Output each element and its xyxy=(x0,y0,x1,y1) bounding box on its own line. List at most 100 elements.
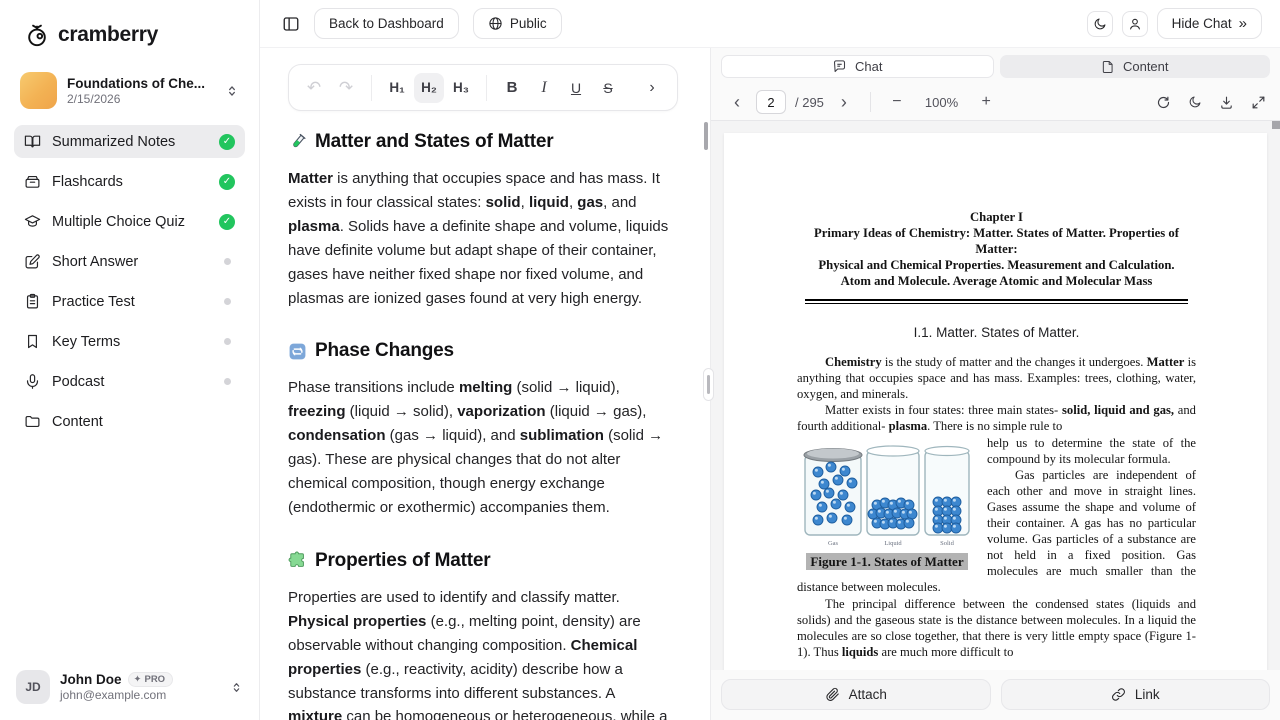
double-rule xyxy=(805,299,1188,304)
back-to-dashboard-label: Back to Dashboard xyxy=(329,16,444,31)
pencil-edit-icon xyxy=(24,253,41,270)
pdf-paragraph: Chemistry is the study of matter and the… xyxy=(797,354,1196,402)
pdf-viewport[interactable]: Chapter I Primary Ideas of Chemistry: Ma… xyxy=(711,120,1280,670)
redo-button[interactable]: ↷ xyxy=(331,73,361,103)
toolbar-divider xyxy=(371,75,372,101)
sidebar-item-practice-test[interactable]: Practice Test xyxy=(14,285,245,318)
course-title: Foundations of Che... xyxy=(67,76,215,91)
note-heading: Properties of Matter xyxy=(288,550,670,572)
pro-badge-label: PRO xyxy=(144,674,165,685)
heading1-button[interactable]: H₁ xyxy=(382,73,412,103)
pdf-dark-mode-icon[interactable] xyxy=(1188,95,1202,109)
link-label: Link xyxy=(1135,687,1160,702)
document-icon xyxy=(1101,60,1115,74)
app-root: cramberry Foundations of Che... 2/15/202… xyxy=(0,0,1280,720)
page-number-input[interactable] xyxy=(756,90,786,114)
content-viewer-panel: Chat Content ‹ / 295 › − xyxy=(710,48,1280,720)
sidebar-item-label: Short Answer xyxy=(52,254,213,270)
zoom-in-button[interactable]: + xyxy=(974,90,998,114)
folder-icon xyxy=(24,413,41,430)
tab-chat[interactable]: Chat xyxy=(721,55,994,78)
fullscreen-icon[interactable] xyxy=(1251,95,1266,110)
sidebar-item-label: Summarized Notes xyxy=(52,134,208,150)
editor-scrollbar[interactable] xyxy=(704,122,708,150)
sidebar-item-podcast[interactable]: Podcast xyxy=(14,365,245,398)
user-account[interactable]: JD John Doe ✦ PRO john@example.com xyxy=(0,654,259,720)
sidebar-item-multiple-choice-quiz[interactable]: Multiple Choice Quiz ✓ xyxy=(14,205,245,238)
sidebar-item-summarized-notes[interactable]: Summarized Notes ✓ xyxy=(14,125,245,158)
course-switcher[interactable]: Foundations of Che... 2/15/2026 xyxy=(16,70,243,111)
account-button[interactable] xyxy=(1122,11,1148,37)
pdf-chapter-line: Chapter I xyxy=(797,209,1196,225)
sparkle-icon: ✦ xyxy=(134,674,142,685)
app-name: cramberry xyxy=(58,23,158,47)
pending-dot-badge xyxy=(224,258,231,265)
undo-button[interactable]: ↶ xyxy=(299,73,329,103)
zoom-out-button[interactable]: − xyxy=(885,90,909,114)
italic-button[interactable]: I xyxy=(529,73,559,103)
chevron-updown-icon xyxy=(230,681,243,694)
bold-button[interactable]: B xyxy=(497,73,527,103)
notes-content[interactable]: Matter and States of Matter Matter is an… xyxy=(260,111,710,720)
dark-mode-button[interactable] xyxy=(1087,11,1113,37)
pro-badge: ✦ PRO xyxy=(128,672,174,687)
strikethrough-button[interactable]: S xyxy=(593,73,623,103)
link-icon xyxy=(1111,687,1126,702)
back-to-dashboard-button[interactable]: Back to Dashboard xyxy=(314,8,459,39)
sidebar-item-label: Multiple Choice Quiz xyxy=(52,214,208,230)
prev-page-button[interactable]: ‹ xyxy=(725,90,749,114)
pending-dot-badge xyxy=(224,298,231,305)
heading2-button[interactable]: H₂ xyxy=(414,73,444,103)
figure-label-gas: Gas xyxy=(828,540,839,547)
underline-button[interactable]: U xyxy=(561,73,591,103)
public-label: Public xyxy=(510,16,547,31)
sidebar-item-label: Flashcards xyxy=(52,174,208,190)
tab-content[interactable]: Content xyxy=(1000,55,1271,78)
toolbar-more-button[interactable]: › xyxy=(637,73,667,103)
sidebar-item-key-terms[interactable]: Key Terms xyxy=(14,325,245,358)
note-paragraph: Properties are used to identify and clas… xyxy=(288,586,670,720)
sidebar: cramberry Foundations of Che... 2/15/202… xyxy=(0,0,260,720)
cramberry-berry-icon xyxy=(24,22,50,48)
note-heading: Matter and States of Matter xyxy=(288,131,670,153)
sidebar-item-label: Key Terms xyxy=(52,334,213,350)
states-of-matter-figure: Gas Liquid Solid Figure 1-1. States of M… xyxy=(797,441,977,570)
moon-icon xyxy=(1093,17,1107,31)
link-button[interactable]: Link xyxy=(1001,679,1271,710)
user-avatar: JD xyxy=(16,670,50,704)
page-total-label: / 295 xyxy=(795,95,824,110)
editor-toolbar: ↶ ↷ H₁ H₂ H₃ B I U S › xyxy=(288,64,678,111)
pdf-scrollbar[interactable] xyxy=(1272,121,1280,129)
resize-grip-icon xyxy=(707,375,710,394)
sidebar-item-label: Content xyxy=(52,414,235,430)
note-heading-text: Properties of Matter xyxy=(315,550,490,572)
heading3-button[interactable]: H₃ xyxy=(446,73,476,103)
next-page-button[interactable]: › xyxy=(832,90,856,114)
pdf-controls: ‹ / 295 › − 100% + xyxy=(711,84,1280,120)
panel-resize-handle[interactable] xyxy=(703,368,714,401)
toolbar-divider xyxy=(486,75,487,101)
pdf-paragraph: Matter exists in four states: three main… xyxy=(797,402,1196,434)
sidebar-toggle-icon[interactable] xyxy=(282,15,300,33)
sidebar-nav: Summarized Notes ✓ Flashcards ✓ Multiple… xyxy=(0,125,259,438)
rotate-refresh-icon[interactable] xyxy=(1156,95,1171,110)
pending-dot-badge xyxy=(224,378,231,385)
sidebar-item-label: Practice Test xyxy=(52,294,213,310)
public-button[interactable]: Public xyxy=(473,8,562,39)
figure-label-liquid: Liquid xyxy=(884,540,902,547)
attach-button[interactable]: Attach xyxy=(721,679,991,710)
pdf-chapter-line: Primary Ideas of Chemistry: Matter. Stat… xyxy=(797,225,1196,257)
controls-divider xyxy=(870,92,871,112)
download-icon[interactable] xyxy=(1219,95,1234,110)
tab-content-label: Content xyxy=(1123,59,1169,74)
flashcards-box-icon xyxy=(24,173,41,190)
note-heading-text: Matter and States of Matter xyxy=(315,131,553,153)
sidebar-item-flashcards[interactable]: Flashcards ✓ xyxy=(14,165,245,198)
paperclip-icon xyxy=(825,687,840,702)
hide-chat-button[interactable]: Hide Chat » xyxy=(1157,8,1262,39)
user-name: John Doe xyxy=(60,672,122,687)
sidebar-item-content[interactable]: Content xyxy=(14,405,245,438)
note-heading-text: Phase Changes xyxy=(315,340,454,362)
sidebar-item-short-answer[interactable]: Short Answer xyxy=(14,245,245,278)
pdf-chapter-line: Physical and Chemical Properties. Measur… xyxy=(797,257,1196,273)
